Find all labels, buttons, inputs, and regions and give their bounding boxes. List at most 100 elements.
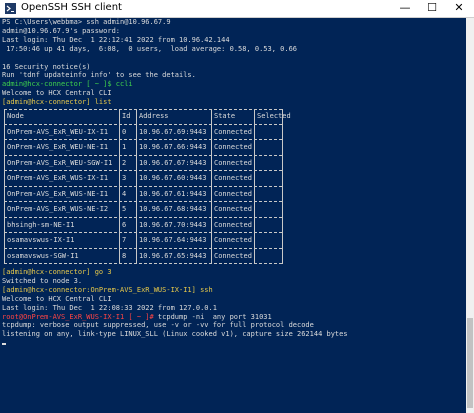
table-cell: Connected xyxy=(214,205,252,213)
table-row: OnPrem-AVS_ExR_WUS-IX-I1 3 10.96.67.60:944… xyxy=(4,171,283,187)
table-row: OnPrem-AVS_ExR_WEU-SGW-I1 2 10.96.67.67:94… xyxy=(4,155,283,171)
table-column-divider xyxy=(136,217,137,233)
table-header-cell: Address xyxy=(139,112,169,120)
table-column-divider xyxy=(136,233,137,249)
table-row: OnPrem-AVS_ExR_WUS-NE-I2 5 10.96.67.68:944… xyxy=(4,202,283,218)
table-column-divider xyxy=(136,109,137,125)
table-row-divider xyxy=(4,263,282,264)
table-column-divider xyxy=(119,171,120,187)
table-column-divider xyxy=(282,248,283,264)
table-column-divider xyxy=(211,186,212,202)
table-column-divider xyxy=(136,124,137,140)
table-column-divider xyxy=(282,109,283,125)
table-cell: 10.96.67.68:9443 xyxy=(139,205,207,213)
table-column-divider xyxy=(282,140,283,156)
table-cell: 0 xyxy=(122,127,127,136)
table-cell: Connected xyxy=(214,236,252,244)
table-header-cell: State xyxy=(214,112,236,120)
table-column-divider xyxy=(254,109,255,125)
table-cell: 4 xyxy=(122,189,127,198)
table-cell: Connected xyxy=(214,189,252,198)
console-line: PS C:\Users\webbma> ssh admin@10.96.67.9 xyxy=(2,18,171,26)
console-line: Switched to node 3. xyxy=(2,276,83,285)
table-column-divider xyxy=(282,155,283,171)
table-cell: 10.96.67.61:9443 xyxy=(139,189,207,198)
table-column-divider xyxy=(119,124,120,140)
table-column-divider xyxy=(4,233,5,249)
table-cell: 10.96.67.69:9443 xyxy=(139,127,207,136)
table-column-divider xyxy=(211,217,212,233)
table-column-divider xyxy=(254,155,255,171)
table-cell: 1 xyxy=(122,143,127,151)
console-line: [admin@hcx-connector:OnPrem-AVS_ExR_WUS-… xyxy=(2,285,213,294)
console-line: tcpdump: verbose output suppressed, use … xyxy=(2,321,314,330)
table-column-divider xyxy=(136,171,137,187)
table-header-row: Node Id Address State Selected xyxy=(4,109,291,125)
table-cell: 10.96.67.66:9443 xyxy=(139,143,207,151)
console-line: Last login: Thu Dec 1 22:12:41 2022 from… xyxy=(2,35,230,44)
table-row: bhsingh-sm-NE-I1 6 10.96.67.70:9443 Connect… xyxy=(4,217,283,233)
table-column-divider xyxy=(211,248,212,264)
console-output[interactable]: PS C:\Users\webbma> ssh admin@10.96.67.9… xyxy=(0,18,466,413)
table-column-divider xyxy=(136,202,137,218)
table-column-divider xyxy=(254,248,255,264)
table-cell: OnPrem-AVS_ExR_WEU-NE-I1 xyxy=(7,143,109,151)
table-cell: 3 xyxy=(122,174,127,182)
table-column-divider xyxy=(4,248,5,264)
vertical-scrollbar[interactable] xyxy=(466,18,474,413)
table-cell: OnPrem-AVS_ExR_WEU-IX-I1 xyxy=(7,127,109,136)
table-column-divider xyxy=(254,202,255,218)
scrollbar-thumb[interactable] xyxy=(467,318,473,408)
table-column-divider xyxy=(211,202,212,218)
table-column-divider xyxy=(4,140,5,156)
table-column-divider xyxy=(211,171,212,187)
console-line: admin@hcx-connector [ ~ ]$ ccli xyxy=(2,80,133,89)
table-cell: 10.96.67.70:9443 xyxy=(139,220,207,229)
table-column-divider xyxy=(282,202,283,218)
table-cell: OnPrem-AVS_ExR_WUS-IX-I1 xyxy=(7,174,109,182)
table-cell: Connected xyxy=(214,251,252,260)
console-line: Last login: Thu Dec 1 22:08:33 2022 from… xyxy=(2,303,217,312)
table-cell: OnPrem-AVS_ExR_WEU-SGW-I1 xyxy=(7,158,113,167)
table-column-divider xyxy=(4,124,5,140)
close-button[interactable]: ✕ xyxy=(447,0,471,17)
maximize-button[interactable]: ☐ xyxy=(420,0,444,17)
table-row: OnPrem-AVS_ExR_WEU-IX-I1 0 10.96.67.69:944… xyxy=(4,124,283,140)
table-cell: 6 xyxy=(122,220,127,229)
table-column-divider xyxy=(282,124,283,140)
table-column-divider xyxy=(282,186,283,202)
table-cell: Connected xyxy=(214,143,252,151)
table-cell: 7 xyxy=(122,236,127,244)
table-cell: osamavswus-SGW-I1 xyxy=(7,251,79,260)
console-line: 16 Security notice(s) xyxy=(2,62,91,71)
table-header-cell: Id xyxy=(122,112,131,120)
table-cell: 10.96.67.60:9443 xyxy=(139,174,207,182)
table-header-cell: Node xyxy=(7,112,24,120)
table-column-divider xyxy=(211,233,212,249)
table-cell: Connected xyxy=(214,220,252,229)
console-line: Welcome to HCX Central CLI xyxy=(2,89,112,98)
table-column-divider xyxy=(136,248,137,264)
terminal-window: OpenSSH SSH client — ☐ ✕ PS C:\Users\web… xyxy=(0,0,474,413)
console-line: 17:50:46 up 41 days, 6:08, 0 users, load… xyxy=(2,44,298,53)
table-column-divider xyxy=(282,233,283,249)
table-column-divider xyxy=(254,124,255,140)
table-column-divider xyxy=(136,140,137,156)
table-cell: 8 xyxy=(122,251,127,260)
table-row: OnPrem-AVS_ExR_WEU-NE-I1 1 10.96.67.66:944… xyxy=(4,140,283,156)
table-column-divider xyxy=(119,186,120,202)
table-column-divider xyxy=(254,140,255,156)
table-cell: 10.96.67.65:9443 xyxy=(139,251,207,260)
table-column-divider xyxy=(136,186,137,202)
table-column-divider xyxy=(211,155,212,171)
command-text: tcpdump -ni any port 31031 xyxy=(153,312,272,321)
console-line: admin@10.96.67.9's password: xyxy=(2,26,121,35)
table-row: osamavswus-IX-I1 7 10.96.67.64:9443 Connect… xyxy=(4,233,283,249)
table-column-divider xyxy=(282,171,283,187)
table-column-divider xyxy=(211,124,212,140)
minimize-button[interactable]: — xyxy=(393,0,417,17)
console-line: root@OnPrem-AVS_ExR_WUS-IX-I1 [ ~ ]# tcp… xyxy=(2,313,272,322)
table-cell: OnPrem-AVS_ExR_WUS-NE-I1 xyxy=(7,189,109,198)
title-bar[interactable]: OpenSSH SSH client — ☐ ✕ xyxy=(0,0,474,18)
table-cell: 2 xyxy=(122,158,127,167)
